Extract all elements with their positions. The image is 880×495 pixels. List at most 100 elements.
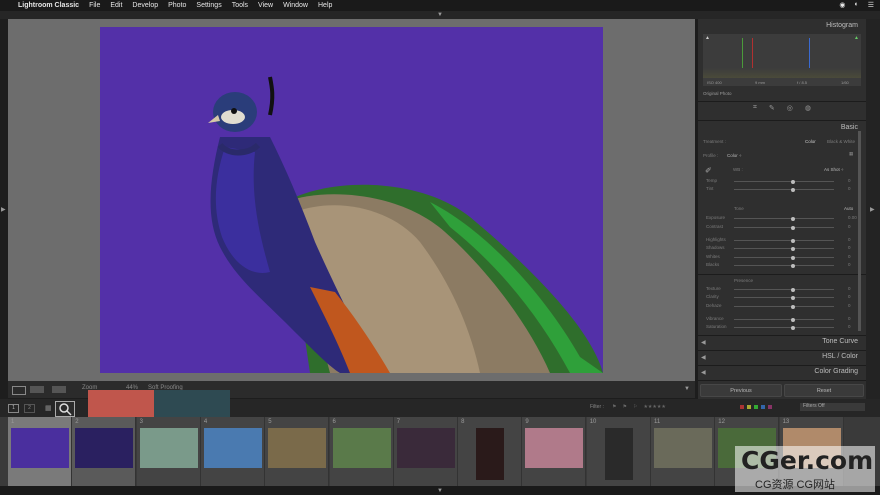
highlights-slider-value[interactable]: 0	[848, 237, 851, 242]
filmstrip-cell[interactable]: 1	[8, 417, 72, 486]
wb-select[interactable]: As Shot ÷	[824, 167, 843, 172]
contrast-slider-handle[interactable]	[791, 225, 795, 230]
star-filter-icon[interactable]: ★★★★★	[643, 404, 665, 410]
temp-slider-value[interactable]: 0	[848, 178, 851, 183]
whites-slider-handle[interactable]	[791, 255, 795, 260]
expand-right-icon[interactable]: ▶	[870, 207, 875, 213]
original-photo-label[interactable]: Original Photo	[703, 91, 732, 96]
vibrance-slider-value[interactable]: 0	[848, 316, 851, 321]
main-photo[interactable]	[100, 27, 603, 373]
filmstrip-cell[interactable]: 9	[522, 417, 587, 486]
tint-slider[interactable]	[734, 189, 834, 190]
menu-photo[interactable]: Photo	[168, 2, 186, 9]
filmstrip-cell[interactable]: 4	[200, 417, 265, 486]
histogram-graph[interactable]: ▲ ▲ ISO 400 9 mm f / 8.5 1/60	[703, 34, 861, 86]
texture-slider[interactable]	[734, 289, 834, 290]
color-label-filters[interactable]	[740, 405, 772, 409]
red-eye-icon[interactable]: ◎	[787, 104, 793, 118]
menu-help[interactable]: Help	[318, 2, 332, 9]
flag-reject-icon[interactable]: ⚐	[633, 404, 637, 410]
blacks-slider-value[interactable]: 0	[848, 262, 851, 267]
histogram-title[interactable]: Histogram	[826, 22, 858, 29]
dehaze-slider-value[interactable]: 0	[848, 303, 851, 308]
mask-icon[interactable]: ◍	[805, 104, 811, 118]
left-panel-edge[interactable]: ▶	[0, 19, 8, 399]
filmstrip-thumbnail[interactable]	[396, 428, 455, 468]
expand-left-icon[interactable]: ▶	[1, 207, 6, 213]
filmstrip-thumbnail[interactable]	[654, 428, 712, 468]
filmstrip-thumbnail[interactable]	[268, 428, 327, 468]
filmstrip-cell[interactable]: 2	[72, 417, 137, 486]
filmstrip-cell[interactable]: 8	[458, 417, 523, 486]
clarity-slider-handle[interactable]	[791, 295, 795, 300]
grid-view-icon[interactable]: ▦	[45, 404, 52, 412]
color-grading-toggle-icon[interactable]: ◀	[701, 370, 706, 376]
reset-button[interactable]: Reset	[784, 384, 864, 397]
shadows-slider[interactable]	[734, 248, 834, 249]
menu-window[interactable]: Window	[283, 2, 308, 9]
hsl-title[interactable]: HSL / Color	[822, 353, 858, 360]
flag-filter-icon[interactable]: ⚑	[612, 404, 616, 410]
profile-select[interactable]: Color ÷	[727, 153, 741, 158]
contrast-slider-value[interactable]: 0	[848, 224, 851, 229]
healing-icon[interactable]: ✎	[769, 104, 775, 118]
vibrance-slider[interactable]	[734, 319, 834, 320]
filmstrip-thumbnail[interactable]	[332, 428, 391, 468]
filmstrip-thumbnail[interactable]	[203, 428, 262, 468]
menu-settings[interactable]: Settings	[196, 2, 221, 9]
temp-slider[interactable]	[734, 181, 834, 182]
shadows-slider-handle[interactable]	[791, 246, 795, 251]
whites-slider-value[interactable]: 0	[848, 254, 851, 259]
menu-tools[interactable]: Tools	[232, 2, 248, 9]
filmstrip-thumbnail[interactable]	[11, 428, 69, 468]
dehaze-slider[interactable]	[734, 306, 834, 307]
crop-icon[interactable]: ⌗	[753, 104, 757, 118]
collapse-bottom-icon[interactable]: ▼	[437, 488, 443, 494]
texture-slider-handle[interactable]	[791, 287, 795, 292]
menu-view[interactable]: View	[258, 2, 273, 9]
loupe-view-icon[interactable]	[12, 386, 26, 395]
tone-curve-toggle-icon[interactable]: ◀	[701, 340, 706, 346]
tint-slider-value[interactable]: 0	[848, 186, 851, 191]
filmstrip-thumbnail[interactable]	[604, 428, 633, 480]
filmstrip-thumbnail[interactable]	[476, 428, 505, 480]
auto-tone-button[interactable]: Auto	[844, 206, 853, 211]
bw-treatment[interactable]: Black & White	[827, 139, 855, 144]
shadow-clip-icon[interactable]: ▲	[705, 35, 710, 41]
circle-icon[interactable]: ◐	[854, 1, 858, 9]
collapse-top-icon[interactable]: ▼	[437, 12, 443, 18]
exposure-slider-handle[interactable]	[791, 216, 795, 221]
highlights-slider[interactable]	[734, 240, 834, 241]
saturation-slider[interactable]	[734, 327, 834, 328]
texture-slider-value[interactable]: 0	[848, 286, 851, 291]
filmstrip-thumbnail[interactable]	[525, 428, 584, 468]
filmstrip-cell[interactable]: 3	[136, 417, 201, 486]
color-treatment[interactable]: Color	[805, 139, 816, 144]
whites-slider[interactable]	[734, 257, 834, 258]
panel-scrollbar[interactable]	[858, 131, 861, 331]
eye-icon[interactable]: ◉	[839, 1, 845, 9]
menu-edit[interactable]: Edit	[110, 2, 122, 9]
saturation-slider-handle[interactable]	[791, 325, 795, 330]
filmstrip-thumbnail[interactable]	[139, 428, 198, 468]
saturation-slider-value[interactable]: 0	[848, 324, 851, 329]
highlight-clip-icon[interactable]: ▲	[854, 35, 859, 41]
color-grading-title[interactable]: Color Grading	[814, 368, 858, 375]
top-panel-toggle-strip[interactable]: ▼	[0, 11, 880, 19]
profile-browser-icon[interactable]: ▦	[849, 151, 853, 157]
menu-develop[interactable]: Develop	[132, 2, 158, 9]
compare-icon[interactable]	[52, 386, 66, 393]
exposure-slider-value[interactable]: 0.00	[848, 215, 857, 220]
before-after-icon[interactable]	[30, 386, 44, 393]
loupe-zoom-icon[interactable]	[55, 401, 75, 417]
wb-eyedropper-icon[interactable]: ✐	[705, 166, 712, 175]
filmstrip-cell[interactable]: 10	[586, 417, 651, 486]
blacks-slider-handle[interactable]	[791, 263, 795, 268]
clarity-slider-value[interactable]: 0	[848, 294, 851, 299]
filmstrip-cell[interactable]: 5	[265, 417, 330, 486]
highlights-slider-handle[interactable]	[791, 238, 795, 243]
filmstrip-cell[interactable]: 7	[393, 417, 458, 486]
tint-slider-handle[interactable]	[791, 187, 795, 192]
exposure-slider[interactable]	[734, 218, 834, 219]
basic-panel-title[interactable]: Basic	[841, 124, 858, 131]
